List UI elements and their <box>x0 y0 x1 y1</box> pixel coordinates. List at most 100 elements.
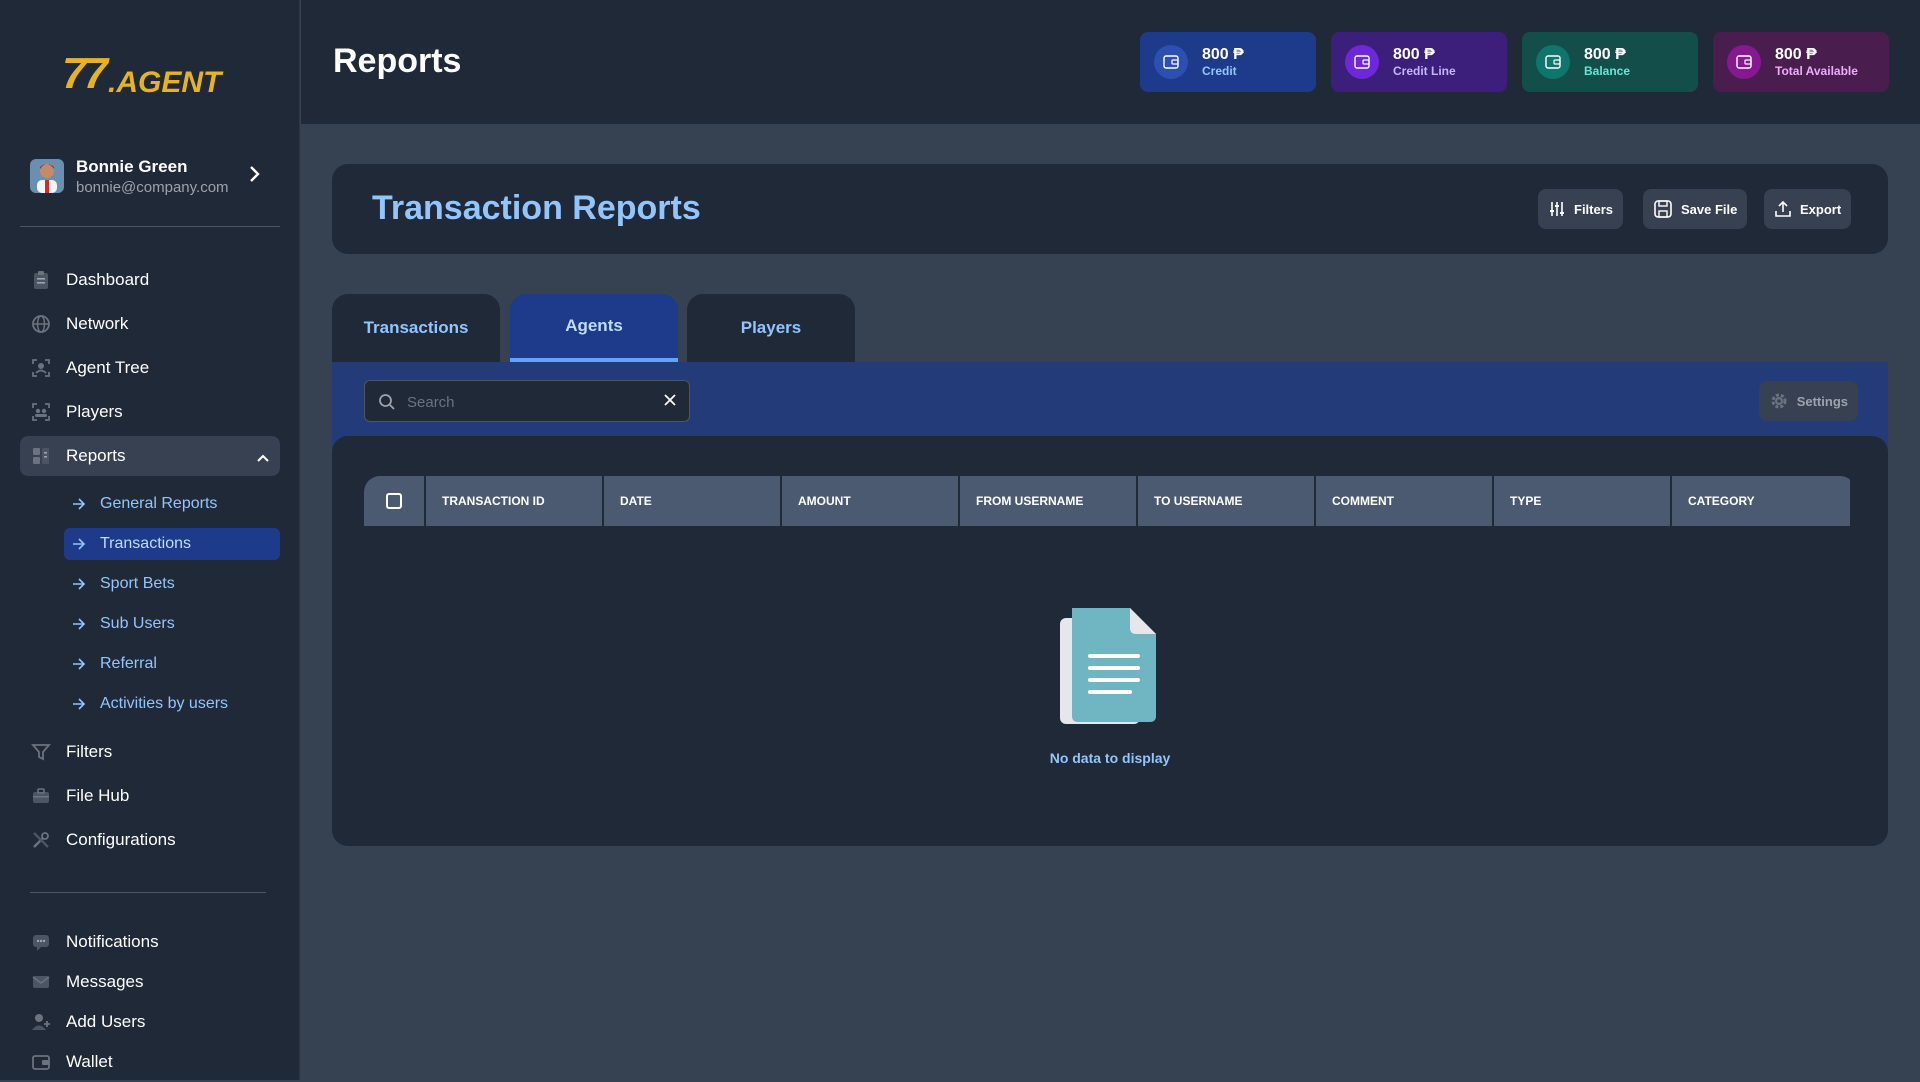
sidebar-item-messages[interactable]: Messages <box>20 962 280 1002</box>
column-header[interactable]: TRANSACTION ID <box>426 476 602 526</box>
sidebar-item-add-users[interactable]: Add Users <box>20 1002 280 1042</box>
sidebar-item-label: Add Users <box>66 1012 146 1031</box>
arrow-right-icon <box>72 498 86 510</box>
svg-text:77: 77 <box>62 49 110 98</box>
tab-label: Transactions <box>363 318 469 337</box>
avatar <box>30 159 64 193</box>
search-box <box>364 380 690 422</box>
column-header[interactable]: TO USERNAME <box>1138 476 1314 526</box>
table-header: TRANSACTION ID DATE AMOUNT FROM USERNAME… <box>364 476 1856 526</box>
stat-label: Credit Line <box>1393 64 1456 78</box>
stat-total-available[interactable]: 800 ₱ Total Available <box>1713 32 1889 92</box>
tools-icon <box>30 829 52 851</box>
filters-button[interactable]: Filters <box>1538 189 1624 229</box>
gear-icon <box>1771 393 1787 409</box>
tab-transactions[interactable]: Transactions <box>332 294 500 362</box>
sidebar-subitem-transactions[interactable]: Transactions <box>64 528 280 560</box>
select-all-checkbox[interactable] <box>364 476 424 526</box>
upload-icon <box>1775 200 1791 217</box>
sidebar-item-label: Reports <box>66 446 126 465</box>
sidebar-item-label: Players <box>66 402 123 421</box>
wallet-icon <box>1345 45 1379 79</box>
sidebar: 77 .AGENT Bonnie Green bonnie@company.co… <box>0 0 300 1080</box>
sidebar-item-wallet[interactable]: Wallet <box>20 1042 280 1082</box>
sidebar-item-label: Notifications <box>66 932 159 951</box>
wallet-icon <box>30 1051 52 1073</box>
stat-value: 800 ₱ <box>1584 46 1626 63</box>
wallet-icon <box>1727 45 1761 79</box>
sidebar-item-label: File Hub <box>66 786 130 805</box>
settings-button[interactable]: Settings <box>1758 381 1858 421</box>
chevron-up-icon[interactable] <box>256 448 270 468</box>
arrow-right-icon <box>72 698 86 710</box>
column-header[interactable]: TYPE <box>1494 476 1670 526</box>
wallet-icon <box>1154 45 1188 79</box>
arrow-right-icon <box>72 578 86 590</box>
stat-label: Credit <box>1202 64 1237 78</box>
filter-icon <box>30 741 52 763</box>
clipboard-icon <box>30 269 52 291</box>
arrow-right-icon <box>72 618 86 630</box>
sidebar-subitem-sub-users[interactable]: Sub Users <box>64 608 280 640</box>
reports-icon <box>30 445 52 467</box>
stat-value: 800 ₱ <box>1393 46 1435 63</box>
page-title: Reports <box>333 42 462 80</box>
column-header[interactable]: CATEGORY <box>1672 476 1850 526</box>
sidebar-item-configurations[interactable]: Configurations <box>20 820 280 860</box>
export-button[interactable]: Export <box>1764 189 1852 229</box>
tab-agents[interactable]: Agents <box>510 294 678 362</box>
chat-icon <box>30 931 52 953</box>
globe-icon <box>30 313 52 335</box>
column-header[interactable]: COMMENT <box>1316 476 1492 526</box>
players-icon <box>30 401 52 423</box>
sidebar-subitem-label: Sport Bets <box>100 575 175 592</box>
sidebar-subitem-activities-by-users[interactable]: Activities by users <box>64 688 280 720</box>
sidebar-item-label: Network <box>66 314 129 333</box>
scan-user-icon <box>30 357 52 379</box>
column-header[interactable]: AMOUNT <box>782 476 958 526</box>
report-header-card: Transaction Reports Filters Save File Ex… <box>332 164 1888 254</box>
stat-balance[interactable]: 800 ₱ Balance <box>1522 32 1698 92</box>
stat-label: Total Available <box>1775 64 1858 78</box>
user-profile[interactable]: Bonnie Green bonnie@company.com <box>30 155 270 199</box>
sidebar-item-network[interactable]: Network <box>20 304 280 344</box>
stat-credit[interactable]: 800 ₱ Credit <box>1140 32 1316 92</box>
brand-logo[interactable]: 77 .AGENT <box>62 42 242 103</box>
search-input[interactable] <box>405 389 649 415</box>
column-header[interactable]: FROM USERNAME <box>960 476 1136 526</box>
sidebar-subitem-referral[interactable]: Referral <box>64 648 280 680</box>
report-title: Transaction Reports <box>372 189 701 227</box>
sidebar-item-filters[interactable]: Filters <box>20 732 280 772</box>
sidebar-subitem-general-reports[interactable]: General Reports <box>64 488 280 520</box>
sidebar-item-label: Filters <box>66 742 113 761</box>
save-file-button[interactable]: Save File <box>1643 189 1748 229</box>
stat-value: 800 ₱ <box>1775 46 1817 63</box>
sidebar-item-label: Configurations <box>66 830 176 849</box>
sidebar-item-dashboard[interactable]: Dashboard <box>20 260 280 300</box>
sidebar-item-reports[interactable]: Reports <box>20 436 280 476</box>
sidebar-divider <box>30 892 266 893</box>
chevron-right-icon[interactable] <box>248 165 260 188</box>
sidebar-item-label: Messages <box>66 972 144 991</box>
sidebar-item-players[interactable]: Players <box>20 392 280 432</box>
search-icon <box>378 393 396 416</box>
sliders-icon <box>1550 202 1564 216</box>
tab-players[interactable]: Players <box>687 294 855 362</box>
sidebar-subitem-sport-bets[interactable]: Sport Bets <box>64 568 280 600</box>
sidebar-item-file-hub[interactable]: File Hub <box>20 776 280 816</box>
stat-value: 800 ₱ <box>1202 46 1244 63</box>
svg-text:.AGENT: .AGENT <box>108 66 224 98</box>
arrow-right-icon <box>72 538 86 550</box>
arrow-right-icon <box>72 658 86 670</box>
wallet-icon <box>1536 45 1570 79</box>
sidebar-item-notifications[interactable]: Notifications <box>20 922 280 962</box>
sidebar-item-agent-tree[interactable]: Agent Tree <box>20 348 280 388</box>
sidebar-subitem-label: Transactions <box>100 535 191 552</box>
sidebar-subitem-label: Sub Users <box>100 615 175 632</box>
save-file-button-label: Save File <box>1681 201 1738 217</box>
column-header[interactable]: DATE <box>604 476 780 526</box>
tab-label: Players <box>740 318 802 337</box>
stat-credit-line[interactable]: 800 ₱ Credit Line <box>1331 32 1507 92</box>
top-bar: Reports 800 ₱ Credit 800 ₱ Credit Line 800… <box>301 0 1920 124</box>
close-icon[interactable] <box>663 393 677 412</box>
